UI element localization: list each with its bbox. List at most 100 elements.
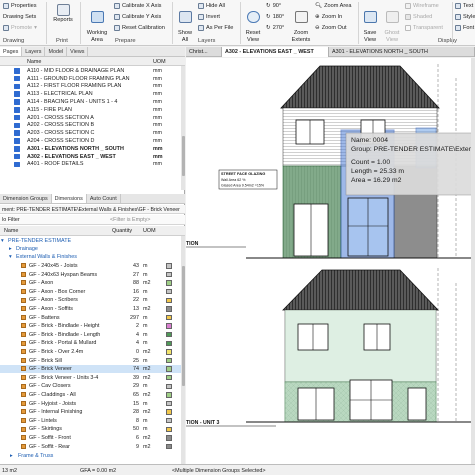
cond-folder-frame-truss[interactable]: ▸ Frame & Truss — [0, 452, 181, 460]
zoom-out-button[interactable]: ⊖ Zoom Out — [315, 25, 347, 31]
canvas-scrollbar[interactable] — [471, 58, 475, 464]
cond-folder[interactable]: ▾ External Walls & Finishes — [0, 253, 181, 261]
condition-color-swatch[interactable] — [166, 349, 172, 355]
condition-color-swatch[interactable] — [166, 314, 172, 321]
scroll-thumb[interactable] — [181, 136, 185, 176]
drawing-sets-button[interactable]: Drawing Sets — [3, 14, 36, 20]
filter-input[interactable]: <Filter is Empty> — [110, 217, 150, 223]
condition-row[interactable]: GF - Cav Closers 29 m — [0, 382, 181, 390]
pages-name-header[interactable]: Name — [27, 59, 41, 65]
as-per-file-button[interactable]: As Per File — [198, 25, 233, 31]
condition-row[interactable]: GF - Brick - Portal & Mullard 4 m — [0, 339, 181, 347]
page-row[interactable]: A113 - ELECTRICAL PLAN mm — [0, 90, 181, 98]
calibrate-x-button[interactable]: Calibrate X Axis — [114, 3, 161, 9]
condition-color-swatch[interactable] — [166, 323, 172, 329]
tab-pages[interactable]: Pages — [0, 47, 23, 56]
condition-row[interactable]: GF - Axon - Box Corner 16 m — [0, 288, 181, 296]
doc-tab-a301[interactable]: A301 - ELEVATIONS NORTH _ SOUTH — [329, 47, 475, 57]
show-all-button[interactable]: Show All — [174, 4, 196, 43]
expand-icon[interactable]: ▾ — [1, 238, 4, 244]
page-row[interactable]: A112 - FIRST FLOOR FRAMING PLAN mm — [0, 83, 181, 91]
cond-folder[interactable]: ▸ Drainage — [0, 245, 181, 253]
condition-row[interactable]: GF - Axon 88 m2 — [0, 279, 181, 287]
condition-row[interactable]: GF - Brick - Bindlade - Height 2 m — [0, 322, 181, 330]
text-button[interactable]: Text — [455, 3, 473, 9]
condition-row[interactable]: GF - Hyjoist - Joists 15 m — [0, 400, 181, 408]
condition-color-swatch[interactable] — [166, 340, 172, 347]
tab-views[interactable]: Views — [67, 47, 89, 56]
page-row[interactable]: A203 - CROSS SECTION C mm — [0, 129, 181, 137]
pages-scrollbar[interactable] — [181, 66, 185, 190]
tab-dimensions[interactable]: Dimensions — [51, 194, 87, 203]
condition-color-swatch[interactable] — [166, 288, 172, 295]
condition-color-swatch[interactable] — [166, 392, 172, 398]
expand-icon[interactable]: ▸ — [9, 246, 12, 252]
page-row[interactable]: A201 - CROSS SECTION A mm — [0, 114, 181, 122]
tab-layers[interactable]: Layers — [22, 47, 46, 56]
page-row[interactable]: A111 - GROUND FLOOR FRAMING PLAN mm — [0, 75, 181, 83]
condition-color-swatch[interactable] — [166, 306, 172, 312]
save-view-button[interactable]: Save View — [360, 4, 380, 43]
cond-folder[interactable]: ▾ PRE-TENDER ESTIMATE — [0, 237, 181, 245]
page-row[interactable]: A202 - CROSS SECTION B mm — [0, 122, 181, 130]
condition-row[interactable]: GF - Axon - Soffits 13 m2 — [0, 305, 181, 313]
properties-button[interactable]: Properties — [3, 3, 37, 9]
reports-button[interactable]: Reports — [50, 4, 76, 24]
rotate-270-button[interactable]: ↻ 270° — [266, 25, 284, 31]
style-button[interactable]: Style — [455, 14, 475, 20]
condition-row[interactable]: GF - 240x63 Hyspan Beams 27 m — [0, 271, 181, 279]
working-area-button[interactable]: Working Area — [83, 4, 111, 43]
condition-row[interactable]: GF - Soffit - Front 6 m2 — [0, 434, 181, 442]
pages-uom-header[interactable]: UOM — [153, 59, 166, 65]
condition-color-swatch[interactable] — [166, 263, 172, 269]
condition-color-swatch[interactable] — [166, 417, 172, 424]
condition-row[interactable]: GF - Battens 297 m — [0, 314, 181, 322]
reset-calibration-button[interactable]: Reset Calibration — [114, 25, 165, 31]
promote-button[interactable]: Promote ▾ — [3, 25, 37, 31]
condition-row[interactable]: GF - Claddings - All 65 m2 — [0, 391, 181, 399]
condition-row[interactable]: GF - 240x45 - Joists 43 m — [0, 262, 181, 270]
condition-color-swatch[interactable] — [166, 331, 172, 338]
condition-color-swatch[interactable] — [166, 297, 172, 304]
page-row[interactable]: A401 - ROOF DETAILS mm — [0, 161, 181, 169]
reset-view-button[interactable]: Reset View — [242, 4, 264, 43]
transparent-button[interactable]: Transparent — [405, 25, 443, 31]
condition-row[interactable]: GF - Lintels 8 m — [0, 417, 181, 425]
condition-row[interactable]: GF - Soffit - Rear 9 m2 — [0, 443, 181, 451]
tab-dimension-groups[interactable]: Dimension Groups — [0, 194, 52, 203]
page-row[interactable]: A110 - MID FLOOR & DRAINAGE PLAN mm — [0, 67, 181, 75]
condition-color-swatch[interactable] — [166, 280, 172, 286]
condition-color-swatch[interactable] — [166, 357, 172, 364]
condition-color-swatch[interactable] — [166, 400, 172, 407]
rotate-90-button[interactable]: ↻ 90° — [266, 3, 281, 9]
calibrate-y-button[interactable]: Calibrate Y Axis — [114, 14, 161, 20]
doc-tab-christ[interactable]: Christ... — [186, 47, 222, 57]
condition-color-swatch[interactable] — [166, 409, 172, 415]
condition-row[interactable]: GF - Brick Veneer 74 m2 — [0, 365, 181, 374]
condition-row[interactable]: GF - Brick - Over 2.4m 0 m2 — [0, 348, 181, 356]
drawing-canvas[interactable]: STREET FACE GLAZING Wall Area 62 % Glaze… — [186, 58, 475, 464]
page-row[interactable]: A301 - ELEVATIONS NORTH _ SOUTH mm — [0, 145, 181, 153]
wireframe-button[interactable]: Wireframe — [405, 3, 439, 9]
ghost-view-button[interactable]: Ghost View — [382, 4, 402, 43]
condition-row[interactable]: GF - Brick - Bindlade - Length 4 m — [0, 331, 181, 339]
condition-color-swatch[interactable] — [166, 374, 172, 381]
cond-name-header[interactable]: Name — [4, 228, 18, 234]
condition-row[interactable]: GF - Internal Finishing 28 m2 — [0, 408, 181, 416]
cond-uom-header[interactable]: UOM — [143, 228, 156, 234]
condition-row[interactable]: GF - Brick Sill 25 m — [0, 357, 181, 365]
expand-icon[interactable]: ▾ — [9, 254, 12, 260]
condition-color-swatch[interactable] — [166, 271, 172, 278]
doc-tab-a302[interactable]: A302 - ELEVATIONS EAST _ WEST — [222, 47, 329, 57]
hide-all-button[interactable]: Hide All — [198, 3, 225, 9]
condition-color-swatch[interactable] — [166, 443, 172, 450]
page-row[interactable]: A115 - FIRE PLAN mm — [0, 106, 181, 114]
condition-color-swatch[interactable] — [166, 426, 172, 433]
page-row[interactable]: A204 - CROSS SECTION D mm — [0, 137, 181, 145]
tab-model[interactable]: Model — [45, 47, 68, 56]
cond-quantity-header[interactable]: Quantity — [112, 228, 132, 234]
zoom-in-button[interactable]: ⊕ Zoom In — [315, 14, 342, 20]
invert-button[interactable]: Invert — [198, 14, 220, 20]
condition-color-swatch[interactable] — [166, 366, 172, 372]
scroll-thumb[interactable] — [181, 266, 185, 386]
